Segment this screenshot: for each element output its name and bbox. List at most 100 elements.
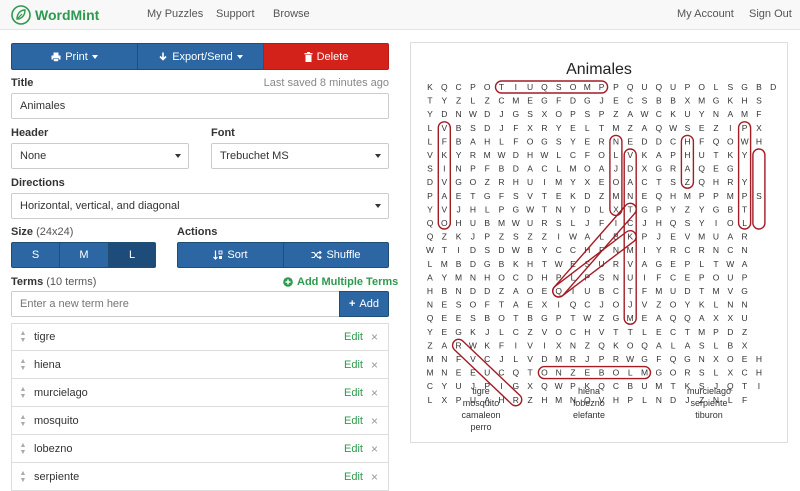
edit-term-link[interactable]: Edit [344, 331, 363, 343]
grid-letter: N [713, 109, 719, 119]
grid-letter: Z [527, 327, 532, 337]
grid-letter: Q [670, 313, 677, 323]
grid-letter: L [714, 300, 719, 310]
grid-letter: N [613, 272, 619, 282]
export-send-button[interactable]: Export/Send [137, 43, 264, 70]
drag-handle-icon[interactable]: ▲ ▼ [12, 330, 34, 344]
grid-letter: L [642, 395, 647, 405]
grid-letter: W [583, 313, 591, 323]
edit-term-link[interactable]: Edit [344, 415, 363, 427]
size-m-button[interactable]: M [59, 242, 109, 268]
remove-term-icon[interactable]: × [371, 330, 378, 344]
grid-letter: T [628, 286, 633, 296]
grid-letter: G [655, 164, 662, 174]
brand-logo[interactable]: WordMint [11, 5, 99, 25]
grid-letter: L [742, 218, 747, 228]
grid-letter: O [527, 136, 534, 146]
grid-letter: H [670, 191, 676, 201]
word-list-item: lobezno [573, 398, 605, 408]
grid-letter: D [584, 204, 590, 214]
grid-letter: V [627, 150, 633, 160]
nav-sign-out[interactable]: Sign Out [749, 8, 792, 20]
grid-letter: E [441, 327, 447, 337]
edit-term-link[interactable]: Edit [344, 471, 363, 483]
size-l-button[interactable]: L [108, 242, 156, 268]
drag-handle-icon[interactable]: ▲ ▼ [12, 414, 34, 428]
grid-letter: X [441, 395, 447, 405]
nav-browse[interactable]: Browse [273, 8, 310, 20]
size-s-button[interactable]: S [11, 242, 60, 268]
grid-letter: J [599, 300, 603, 310]
grid-letter: R [498, 177, 504, 187]
shuffle-button[interactable]: Shuffle [283, 242, 389, 268]
grid-letter: L [599, 204, 604, 214]
grid-letter: W [555, 259, 563, 269]
grid-letter: X [584, 177, 590, 187]
term-text: murcielago [34, 386, 88, 399]
drag-handle-icon[interactable]: ▲ ▼ [12, 358, 34, 372]
grid-letter: N [627, 191, 633, 201]
directions-select[interactable]: Horizontal, vertical, and diagonal [11, 193, 389, 219]
grid-letter: L [714, 82, 719, 92]
delete-button[interactable]: Delete [263, 43, 389, 70]
terms-label: Terms (10 terms) [11, 276, 96, 288]
grid-letter: V [599, 327, 605, 337]
header-select[interactable]: None [11, 143, 189, 169]
grid-letter: S [556, 218, 562, 228]
grid-letter: A [742, 259, 748, 269]
grid-letter: M [741, 109, 748, 119]
new-term-input[interactable] [11, 291, 340, 317]
add-term-button[interactable]: + Add [339, 291, 389, 317]
remove-term-icon[interactable]: × [371, 442, 378, 456]
font-label: Font [211, 127, 235, 139]
drag-handle-icon[interactable]: ▲ ▼ [12, 470, 34, 484]
word-highlight [752, 148, 766, 230]
grid-letter: D [470, 286, 476, 296]
drag-handle-icon[interactable]: ▲ ▼ [12, 442, 34, 456]
grid-letter: G [512, 204, 519, 214]
grid-letter: W [741, 136, 749, 146]
drag-handle-icon[interactable]: ▲ ▼ [12, 386, 34, 400]
title-input[interactable]: Animales [11, 93, 389, 119]
nav-support[interactable]: Support [216, 8, 255, 20]
grid-letter: F [499, 191, 504, 201]
grid-letter: Z [570, 368, 575, 378]
grid-letter: F [599, 218, 604, 228]
grid-letter: O [613, 177, 620, 187]
grid-letter: L [499, 136, 504, 146]
grid-letter: L [428, 123, 433, 133]
add-multiple-terms-link[interactable]: Add Multiple Terms [283, 276, 398, 288]
grid-letter: T [656, 177, 661, 187]
remove-term-icon[interactable]: × [371, 358, 378, 372]
brand-name: WordMint [35, 7, 100, 23]
remove-term-icon[interactable]: × [371, 386, 378, 400]
grid-letter: A [685, 340, 691, 350]
grid-letter: Y [570, 136, 576, 146]
grid-letter: A [656, 150, 662, 160]
nav-my-puzzles[interactable]: My Puzzles [147, 8, 203, 20]
grid-letter: L [471, 96, 476, 106]
edit-term-link[interactable]: Edit [344, 443, 363, 455]
grid-letter: M [712, 286, 719, 296]
grid-letter: E [670, 232, 676, 242]
grid-letter: W [526, 204, 534, 214]
grid-letter: B [527, 313, 533, 323]
font-select[interactable]: Trebuchet MS [211, 143, 389, 169]
nav-my-account[interactable]: My Account [677, 8, 734, 20]
grid-letter: B [627, 381, 633, 391]
grid-letter: R [670, 164, 676, 174]
grid-letter: L [556, 164, 561, 174]
remove-term-icon[interactable]: × [371, 470, 378, 484]
grid-letter: R [613, 354, 619, 364]
grid-letter: E [670, 259, 676, 269]
sort-button[interactable]: Sort [177, 242, 284, 268]
grid-letter: N [427, 300, 433, 310]
edit-term-link[interactable]: Edit [344, 387, 363, 399]
edit-term-link[interactable]: Edit [344, 359, 363, 371]
remove-term-icon[interactable]: × [371, 414, 378, 428]
grid-letter: X [685, 96, 691, 106]
word-highlight [552, 229, 637, 298]
grid-letter: F [656, 354, 661, 364]
grid-letter: H [541, 395, 547, 405]
print-button[interactable]: Print [11, 43, 138, 70]
